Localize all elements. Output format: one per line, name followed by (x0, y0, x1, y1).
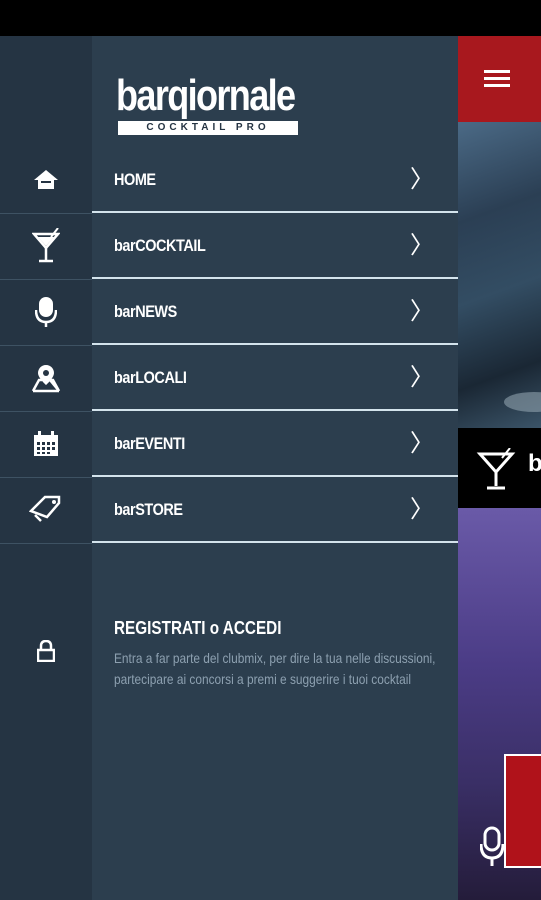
menu-label: barSTORE (114, 500, 183, 519)
separator (92, 541, 458, 543)
register-login-section[interactable]: REGISTRATI o ACCEDI Entra a far parte de… (0, 576, 458, 716)
hamburger-menu-icon[interactable] (484, 70, 510, 88)
status-bar (0, 0, 541, 36)
app-topbar (458, 36, 541, 122)
logo-subtitle: COCKTAIL PRO (118, 121, 298, 135)
menu-item-barcocktail[interactable]: barCOCKTAIL 〉 (0, 213, 458, 280)
chevron-right-icon: 〉 (410, 429, 434, 457)
menu-label: HOME (114, 170, 156, 189)
category-bar[interactable]: b (458, 428, 541, 508)
chevron-right-icon: 〉 (410, 231, 434, 259)
home-icon (0, 147, 92, 214)
chevron-right-icon: 〉 (410, 297, 434, 325)
lock-icon (0, 639, 92, 667)
menu-label: barNEWS (114, 302, 177, 321)
logo-text: barqiornale (116, 71, 296, 120)
red-badge[interactable] (504, 754, 541, 868)
menu-item-home[interactable]: HOME 〉 (0, 147, 458, 214)
cocktail-icon (476, 448, 516, 490)
category-label: b (528, 450, 541, 477)
hero-photo[interactable] (458, 122, 541, 428)
chevron-right-icon: 〉 (410, 495, 434, 523)
register-title[interactable]: REGISTRATI o ACCEDI (114, 618, 281, 639)
background-app: b (458, 36, 541, 900)
cocktail-icon (0, 213, 92, 280)
location-map-icon (0, 345, 92, 412)
calendar-icon (0, 411, 92, 478)
microphone-icon (0, 279, 92, 346)
app-logo: barqiornale COCKTAIL PRO (116, 74, 300, 142)
menu-label: barCOCKTAIL (114, 236, 206, 255)
register-description: Entra a far parte del clubmix, per dire … (114, 650, 436, 687)
menu-item-barlocali[interactable]: barLOCALI 〉 (0, 345, 458, 412)
tag-icon (0, 477, 92, 544)
chevron-right-icon: 〉 (410, 165, 434, 193)
menu-label: barEVENTI (114, 434, 185, 453)
glass-highlight (504, 392, 541, 412)
chevron-right-icon: 〉 (410, 363, 434, 391)
menu-item-barnews[interactable]: barNEWS 〉 (0, 279, 458, 346)
menu-label: barLOCALI (114, 368, 187, 387)
microphone-icon (480, 826, 504, 866)
menu-item-bareventi[interactable]: barEVENTI 〉 (0, 411, 458, 478)
menu-item-barstore[interactable]: barSTORE 〉 (0, 477, 458, 544)
navigation-drawer: barqiornale COCKTAIL PRO HOME 〉 barCOCKT… (0, 36, 458, 900)
